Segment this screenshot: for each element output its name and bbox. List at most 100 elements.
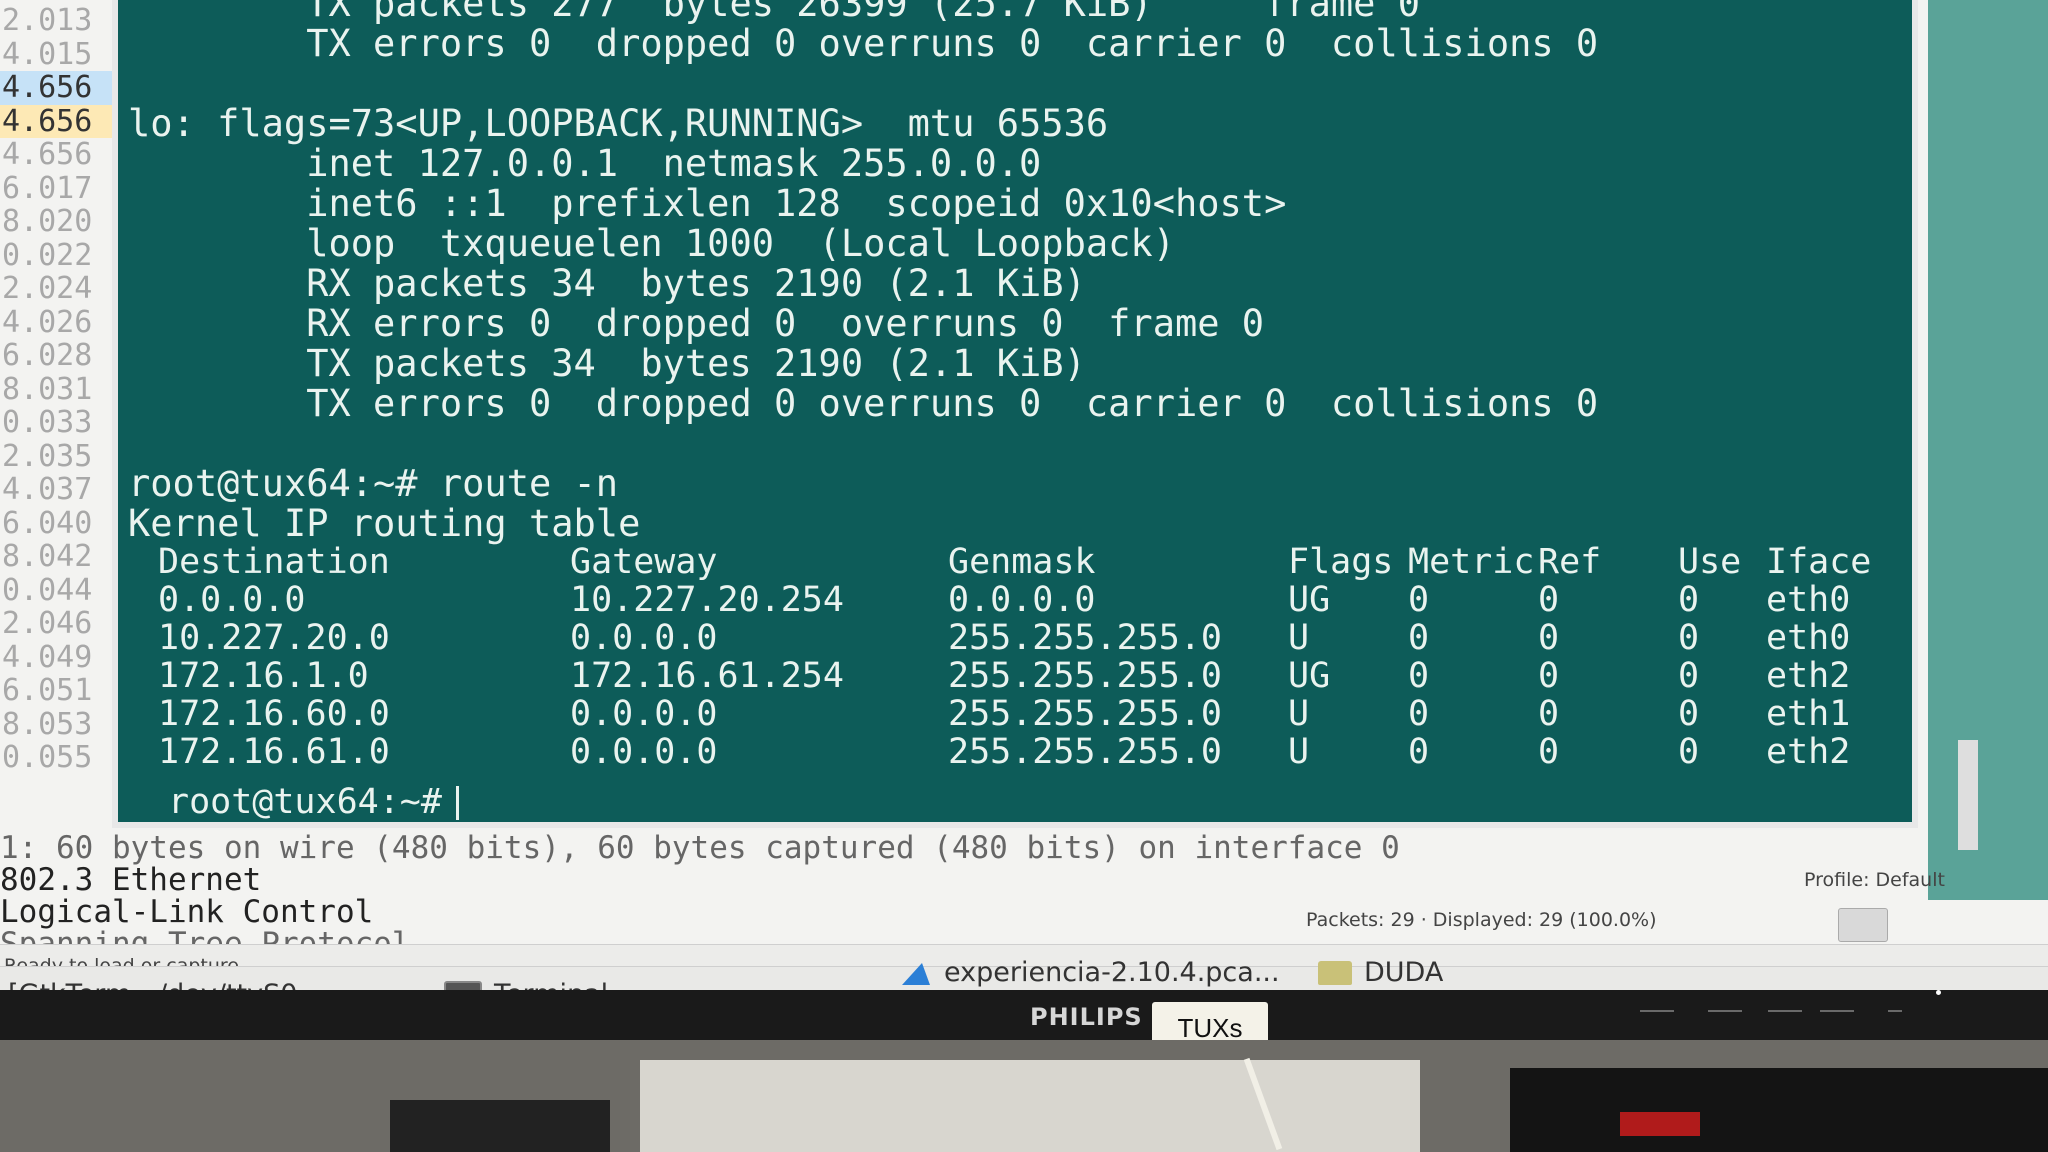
terminal-line: TX packets 277 bytes 26399 (25.7 KiB) fr… xyxy=(128,0,1421,25)
scrollbar[interactable] xyxy=(1958,740,1978,850)
route-cell-use: 0 xyxy=(1678,580,1700,620)
route-cell-flags: U xyxy=(1288,732,1310,772)
route-cell-destination: 172.16.61.0 xyxy=(158,732,390,772)
monitor-button-icon[interactable] xyxy=(1820,992,1854,1012)
route-cell-gateway: 0.0.0.0 xyxy=(570,694,718,734)
llc-detail-line[interactable]: Logical-Link Control xyxy=(0,896,1400,928)
monitor-button-icon[interactable] xyxy=(1640,992,1674,1012)
packet-time-cell[interactable]: 4.026 xyxy=(0,305,124,340)
packet-time-cell[interactable]: 6.051 xyxy=(0,674,124,708)
packet-time-cell[interactable]: 4.656 xyxy=(0,104,124,138)
terminal-line: root@tux64:~# route -n xyxy=(128,462,619,505)
route-cell-destination: 172.16.60.0 xyxy=(158,694,390,734)
text-cursor xyxy=(455,786,459,820)
packet-time-cell[interactable]: 4.037 xyxy=(0,473,124,507)
route-cell-genmask: 0.0.0.0 xyxy=(948,580,1096,620)
expert-info-icon[interactable] xyxy=(1838,908,1888,942)
shell-prompt[interactable]: root@tux64:~# xyxy=(168,782,459,822)
terminal-line: inet 127.0.0.1 netmask 255.0.0.0 xyxy=(128,142,1042,185)
packet-time-cell[interactable]: 8.031 xyxy=(0,372,124,407)
route-cell-destination: 0.0.0.0 xyxy=(158,580,306,620)
ethernet-detail-line[interactable]: 802.3 Ethernet xyxy=(0,864,1400,896)
route-cell-iface: eth0 xyxy=(1766,618,1851,658)
prompt-text: root@tux64:~# xyxy=(168,782,442,822)
packet-time-cell[interactable]: 0.044 xyxy=(0,573,124,608)
route-cell-metric: 0 xyxy=(1408,694,1430,734)
packet-time-cell[interactable]: 2.035 xyxy=(0,439,124,474)
terminal-line: lo: flags=73<UP,LOOPBACK,RUNNING> mtu 65… xyxy=(128,102,1109,145)
route-cell-genmask: 255.255.255.0 xyxy=(948,694,1222,734)
terminal-line: TX packets 34 bytes 2190 (2.1 KiB) xyxy=(128,342,1086,385)
route-cell-flags: U xyxy=(1288,694,1310,734)
packet-time-cell[interactable]: 4.656 xyxy=(0,71,124,105)
col-flags: Flags xyxy=(1288,542,1394,582)
terminal-output: TX packets 277 bytes 26399 (25.7 KiB) fr… xyxy=(128,0,1598,544)
black-device xyxy=(1510,1068,2048,1152)
route-cell-ref: 0 xyxy=(1538,694,1560,734)
packet-time-cell[interactable]: 4.049 xyxy=(0,640,124,675)
route-cell-use: 0 xyxy=(1678,694,1700,734)
monitor-button-icon[interactable] xyxy=(1768,992,1802,1012)
packet-time-cell[interactable]: 8.042 xyxy=(0,540,124,574)
route-cell-ref: 0 xyxy=(1538,732,1560,772)
packet-time-cell[interactable]: 0.055 xyxy=(0,741,124,775)
route-cell-ref: 0 xyxy=(1538,656,1560,696)
taskbar-item-duda[interactable]: DUDA xyxy=(1318,957,1443,988)
route-cell-genmask: 255.255.255.0 xyxy=(948,618,1222,658)
packet-time-cell[interactable]: 6.040 xyxy=(0,506,124,541)
col-ref: Ref xyxy=(1538,542,1602,582)
packet-time-cell[interactable]: 2.013 xyxy=(0,4,124,38)
terminal-line: TX errors 0 dropped 0 overruns 0 carrier… xyxy=(128,22,1599,65)
terminal-line: inet6 ::1 prefixlen 128 scopeid 0x10<hos… xyxy=(128,182,1287,225)
col-gateway: Gateway xyxy=(570,542,718,582)
route-cell-genmask: 255.255.255.0 xyxy=(948,732,1222,772)
network-device xyxy=(390,1100,610,1152)
frame-detail-line[interactable]: 1: 60 bytes on wire (480 bits), 60 bytes… xyxy=(0,832,1400,864)
packet-time-cell[interactable]: 2.024 xyxy=(0,272,124,306)
power-button-icon[interactable] xyxy=(1888,992,1902,1012)
monitor-brand-logo: PHILIPS xyxy=(1030,1003,1143,1031)
taskbar-item-wireshark[interactable]: experiencia-2.10.4.pca... xyxy=(900,957,1280,988)
route-cell-iface: eth2 xyxy=(1766,732,1851,772)
packet-time-cell[interactable]: 6.028 xyxy=(0,339,124,373)
packet-time-cell[interactable]: 8.053 xyxy=(0,707,124,742)
packet-time-cell[interactable]: 0.033 xyxy=(0,406,124,440)
packet-time-cell[interactable]: 6.017 xyxy=(0,171,124,206)
packet-time-cell[interactable]: 2.046 xyxy=(0,607,124,641)
route-cell-gateway: 10.227.20.254 xyxy=(570,580,844,620)
packet-time-cell[interactable]: 0.022 xyxy=(0,238,124,273)
route-cell-metric: 0 xyxy=(1408,580,1430,620)
route-cell-flags: UG xyxy=(1288,580,1331,620)
taskbar-item-label: experiencia-2.10.4.pca... xyxy=(944,957,1280,988)
route-cell-destination: 172.16.1.0 xyxy=(158,656,369,696)
terminal-line: RX packets 34 bytes 2190 (2.1 KiB) xyxy=(128,262,1086,305)
route-cell-flags: U xyxy=(1288,618,1310,658)
route-cell-iface: eth1 xyxy=(1766,694,1851,734)
route-cell-ref: 0 xyxy=(1538,580,1560,620)
terminal-line: TX errors 0 dropped 0 overruns 0 carrier… xyxy=(128,382,1599,425)
col-metric: Metric xyxy=(1408,542,1535,582)
terminal-window[interactable]: TX packets 277 bytes 26399 (25.7 KiB) fr… xyxy=(112,0,1918,828)
route-cell-iface: eth0 xyxy=(1766,580,1851,620)
route-cell-flags: UG xyxy=(1288,656,1331,696)
route-cell-destination: 10.227.20.0 xyxy=(158,618,390,658)
route-cell-ref: 0 xyxy=(1538,618,1560,658)
monitor-button-icon[interactable] xyxy=(1708,992,1742,1012)
route-cell-metric: 0 xyxy=(1408,656,1430,696)
terminal-line: RX errors 0 dropped 0 overruns 0 frame 0 xyxy=(128,302,1265,345)
desk-object xyxy=(640,1060,1420,1152)
packet-time-cell[interactable]: 4.015 xyxy=(0,37,124,72)
status-profile-text[interactable]: Profile: Default xyxy=(1804,869,1945,891)
route-cell-iface: eth2 xyxy=(1766,656,1851,696)
packet-details-pane[interactable]: 1: 60 bytes on wire (480 bits), 60 bytes… xyxy=(0,832,1400,960)
col-iface: Iface xyxy=(1766,542,1872,582)
terminal-line: loop txqueuelen 1000 (Local Loopback) xyxy=(128,222,1175,265)
wireshark-icon xyxy=(900,959,932,987)
route-cell-gateway: 172.16.61.254 xyxy=(570,656,844,696)
packet-time-column[interactable]: 2.013 4.015 4.656 4.656 4.656 6.017 8.020 0.022… xyxy=(0,0,124,804)
taskbar-item-label: DUDA xyxy=(1364,957,1444,988)
packet-time-cell[interactable]: 4.656 xyxy=(0,138,124,172)
packet-time-cell[interactable]: 8.020 xyxy=(0,205,124,239)
